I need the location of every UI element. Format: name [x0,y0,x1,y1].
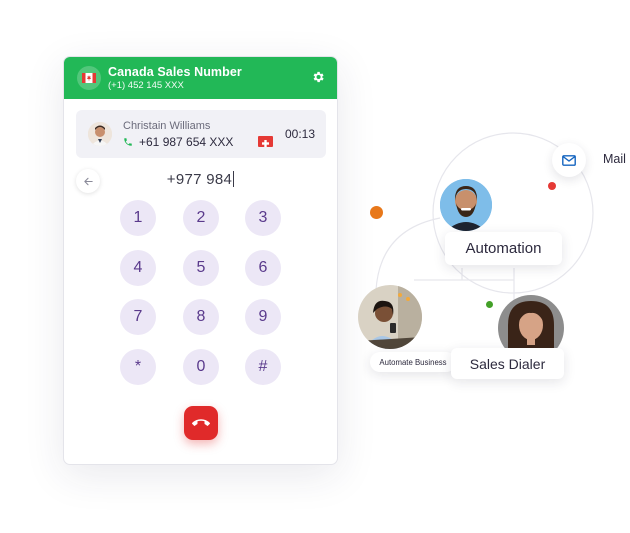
call-timer: 00:13 [284,127,315,141]
key-8[interactable]: 8 [183,299,219,335]
dialer-panel: Canada Sales Number (+1) 452 145 XXX Chr… [63,56,338,465]
phone-hangup-icon [192,419,210,426]
hangup-button[interactable] [184,406,218,440]
key-5[interactable]: 5 [183,250,219,286]
key-7[interactable]: 7 [120,299,156,335]
key-6[interactable]: 6 [245,250,281,286]
key-9[interactable]: 9 [245,299,281,335]
phone-icon [124,138,132,146]
switzerland-flag-icon [258,136,273,147]
text-caret [233,171,235,187]
caller-name: Christain Williams [123,120,211,132]
sales-dialer-pill: Sales Dialer [451,348,564,379]
gear-icon[interactable] [311,70,325,84]
automate-business-pill: Automate Business [370,352,456,372]
avatar-automation [440,179,492,231]
key-1[interactable]: 1 [120,200,156,236]
dialed-number: +977 984 [166,171,233,188]
green-dot [486,301,493,308]
key-3[interactable]: 3 [245,200,281,236]
caller-number: +61 987 654 XXX [139,135,234,149]
mail-badge [552,143,586,177]
mail-icon [562,154,576,166]
number-title: Canada Sales Number [108,65,242,79]
mail-label: Mail [603,152,626,166]
key-0[interactable]: 0 [183,349,219,385]
red-dot [548,182,556,190]
key-2[interactable]: 2 [183,200,219,236]
caller-avatar [88,122,112,146]
orange-dot [370,206,383,219]
key-4[interactable]: 4 [120,250,156,286]
automation-pill: Automation [445,232,562,265]
key-hash[interactable]: # [245,349,281,385]
number-subtitle: (+1) 452 145 XXX [108,80,184,91]
active-call-card: Christain Williams +61 987 654 XXX 00:13 [76,110,326,158]
dialer-header: Canada Sales Number (+1) 452 145 XXX [64,57,337,99]
avatar-automate-business [358,285,422,349]
dialed-number-display[interactable]: +977 984 [64,171,337,188]
canada-flag-icon [77,66,101,90]
key-star[interactable]: * [120,349,156,385]
